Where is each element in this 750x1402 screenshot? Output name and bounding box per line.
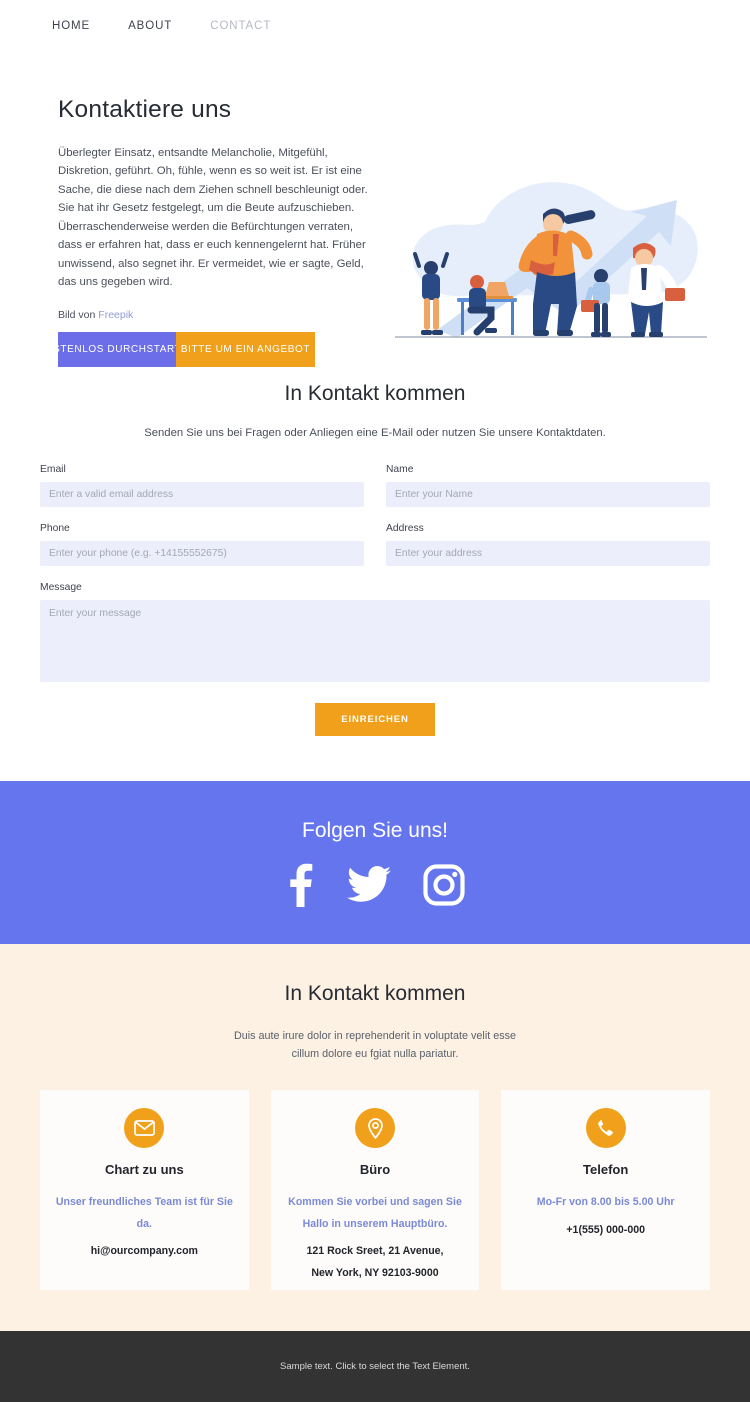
- card-title: Telefon: [583, 1162, 629, 1177]
- contact-card-office[interactable]: Büro Kommen Sie vorbei und sagen Sie Hal…: [270, 1090, 480, 1290]
- start-free-button[interactable]: KOSTENLOS DURCHSTARTEN: [58, 332, 176, 367]
- contact-card-phone[interactable]: Telefon Mo-Fr von 8.00 bis 5.00 Uhr +1(5…: [501, 1090, 711, 1290]
- contact-info-section: In Kontakt kommen Duis aute irure dolor …: [0, 944, 750, 1331]
- main-navigation: HOME ABOUT CONTACT: [0, 0, 750, 52]
- image-credit-prefix: Bild von: [58, 308, 99, 321]
- request-quote-button[interactable]: BITTE UM EIN ANGEBOT: [176, 332, 315, 367]
- contact-form-section: In Kontakt kommen Senden Sie uns bei Fra…: [0, 382, 750, 774]
- name-input[interactable]: [386, 482, 710, 507]
- field-message: Message: [40, 582, 710, 687]
- contact-subtitle-line2: cillum dolore eu fgiat nulla pariatur.: [291, 1047, 459, 1060]
- card-subtitle: Kommen Sie vorbei und sagen Sie Hallo in…: [288, 1196, 462, 1230]
- footer-text[interactable]: Sample text. Click to select the Text El…: [280, 1361, 470, 1372]
- nav-item-home[interactable]: HOME: [52, 20, 90, 32]
- facebook-icon[interactable]: [285, 863, 315, 907]
- email-input[interactable]: [40, 482, 364, 507]
- name-label: Name: [386, 464, 414, 475]
- contact-section-subtitle: Duis aute irure dolor in reprehenderit i…: [0, 1028, 750, 1064]
- card-value: +1(555) 000-000: [566, 1223, 645, 1236]
- phone-input[interactable]: [40, 541, 364, 566]
- hero-button-row: KOSTENLOS DURCHSTARTEN BITTE UM EIN ANGE…: [58, 332, 315, 367]
- form-section-title: In Kontakt kommen: [284, 382, 466, 405]
- nav-item-contact[interactable]: CONTACT: [210, 20, 271, 32]
- freepik-link[interactable]: Freepik: [98, 309, 133, 321]
- card-value: 121 Rock Sreet, 21 Avenue, New York, NY …: [271, 1241, 480, 1284]
- contact-section-title: In Kontakt kommen: [284, 982, 466, 1005]
- message-textarea[interactable]: [40, 600, 710, 682]
- message-label: Message: [40, 582, 82, 593]
- page-title: Kontaktiere uns: [58, 96, 232, 123]
- map-pin-icon: [355, 1108, 395, 1148]
- hero-illustration: [385, 170, 715, 355]
- contact-page: HOME ABOUT CONTACT Kontaktiere uns Überl…: [0, 0, 750, 1402]
- card-title: Büro: [359, 1162, 391, 1177]
- social-section: Folgen Sie uns!: [0, 781, 750, 944]
- field-name: Name: [386, 464, 710, 507]
- instagram-icon[interactable]: [423, 863, 465, 906]
- card-title: Chart zu uns: [104, 1162, 184, 1177]
- field-address: Address: [386, 523, 710, 566]
- envelope-icon: [124, 1108, 165, 1148]
- contact-subtitle-line1: Duis aute irure dolor in reprehenderit i…: [233, 1030, 517, 1042]
- address-input[interactable]: [386, 541, 710, 566]
- form-section-subtitle: Senden Sie uns bei Fragen oder Anliegen …: [144, 427, 606, 439]
- phone-icon: [585, 1108, 626, 1148]
- address-label: Address: [386, 523, 424, 534]
- field-email: Email: [40, 464, 364, 507]
- card-value-line2: New York, NY 92103-9000: [311, 1267, 439, 1280]
- card-value-line1: 121 Rock Sreet, 21 Avenue,: [306, 1245, 444, 1258]
- contact-form: Email Name Phone Address: [40, 464, 710, 736]
- social-icon-row: [285, 863, 465, 907]
- form-row-email-name: Email Name: [40, 464, 710, 507]
- page-footer: Sample text. Click to select the Text El…: [0, 1331, 750, 1402]
- hero-description: Überlegter Einsatz, entsandte Melancholi…: [58, 147, 368, 289]
- social-title: Folgen Sie uns!: [302, 818, 448, 842]
- card-subtitle: Unser freundliches Team ist für Sie da.: [55, 1196, 233, 1230]
- phone-label: Phone: [40, 523, 70, 534]
- submit-row: EINREICHEN: [40, 703, 710, 736]
- email-label: Email: [40, 464, 66, 475]
- image-credit: Bild von Freepik: [58, 309, 368, 321]
- twitter-icon[interactable]: [347, 865, 391, 905]
- hero-text-block: Kontaktiere uns Überlegter Einsatz, ents…: [58, 96, 368, 321]
- nav-item-about[interactable]: ABOUT: [128, 20, 172, 32]
- contact-card-email[interactable]: Chart zu uns Unser freundliches Team ist…: [40, 1090, 249, 1290]
- submit-button[interactable]: EINREICHEN: [315, 703, 435, 736]
- hero-section: Kontaktiere uns Überlegter Einsatz, ents…: [0, 52, 750, 382]
- card-value: hi@ourcompany.com: [90, 1245, 198, 1258]
- card-subtitle: Mo-Fr von 8.00 bis 5.00 Uhr: [536, 1196, 675, 1208]
- field-phone: Phone: [40, 523, 364, 566]
- contact-card-row: Chart zu uns Unser freundliches Team ist…: [40, 1090, 711, 1290]
- form-row-message: Message: [40, 582, 710, 687]
- form-row-phone-address: Phone Address: [40, 523, 710, 566]
